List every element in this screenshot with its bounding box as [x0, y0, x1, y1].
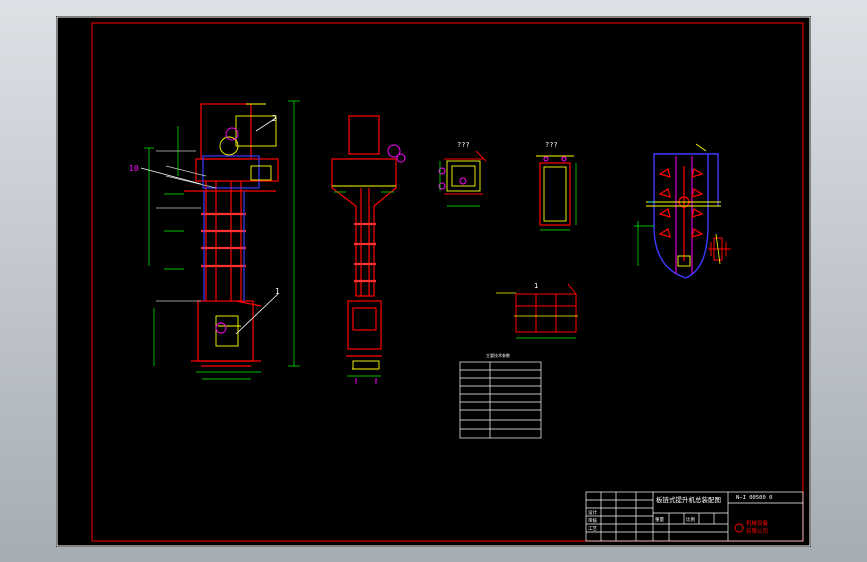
drawing-sheet: 2 10 1 ??? ??? 1 主要技术参数 板链式提升机总装配图 N—I 0… — [56, 16, 811, 547]
side-view — [331, 115, 406, 384]
row-process: 工艺 — [588, 526, 597, 532]
parameter-table-title: 主要技术参数 — [486, 352, 510, 358]
cad-viewport: 2 10 1 ??? ??? 1 主要技术参数 板链式提升机总装配图 N—I 0… — [0, 0, 867, 562]
head-detail-view — [634, 143, 731, 279]
section-label-b: ??? — [545, 141, 558, 149]
company-line-2: 有限公司 — [746, 527, 768, 535]
drawing-code: N—I 00500 0 — [736, 495, 772, 501]
weight-label: 重量 — [655, 516, 664, 523]
callout-1: 1 — [275, 287, 280, 296]
section-view-a: ??? — [438, 141, 487, 207]
front-view: 2 10 1 — [129, 100, 300, 380]
scale-label: 比例 — [686, 516, 695, 523]
drawing-canvas: 2 10 1 ??? ??? 1 主要技术参数 板链式提升机总装配图 N—I 0… — [56, 16, 811, 547]
section-label-a: ??? — [457, 141, 470, 149]
sheet-border — [56, 16, 811, 547]
row-check: 审核 — [588, 517, 597, 524]
company-logo — [734, 523, 744, 533]
title-block: 板链式提升机总装配图 N—I 00500 0 重量 比例 设计 审核 工艺 机械… — [585, 491, 804, 542]
section-view-b: ??? — [536, 141, 577, 231]
callout-2: 2 — [272, 114, 277, 123]
company-line-1: 机械设备 — [746, 519, 769, 527]
parameter-table: 主要技术参数 — [459, 352, 542, 439]
detail-label: 1 — [534, 282, 538, 290]
drawing-frame — [91, 22, 804, 542]
drawing-title: 板链式提升机总装配图 — [656, 495, 721, 504]
detail-plan-view: 1 — [496, 282, 578, 339]
row-design: 设计 — [588, 509, 597, 516]
callout-10: 10 — [129, 164, 139, 173]
